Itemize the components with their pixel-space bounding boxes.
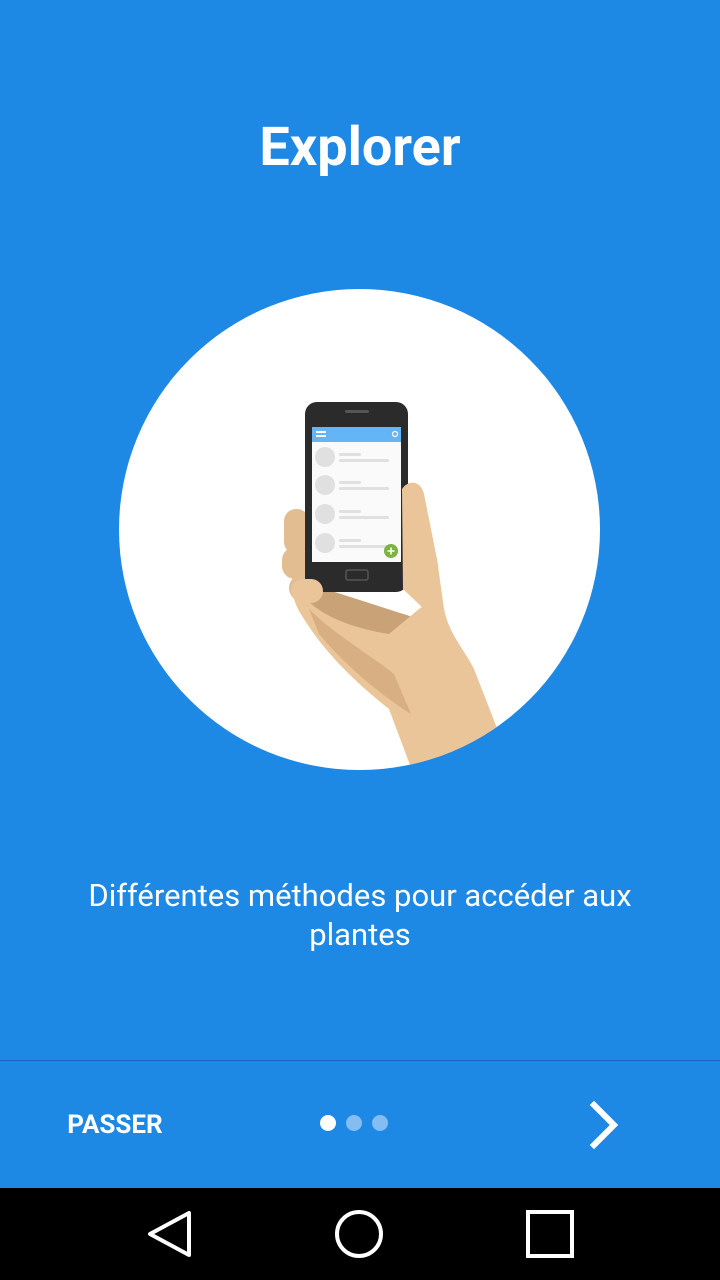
recents-square-icon — [526, 1210, 574, 1258]
home-button[interactable] — [329, 1204, 389, 1264]
hand-holding-phone-icon — [119, 289, 600, 770]
recents-button[interactable] — [520, 1204, 580, 1264]
footer-divider — [0, 1060, 720, 1061]
page-dot-3 — [372, 1115, 388, 1131]
onboarding-description: Différentes méthodes pour accéder aux pl… — [88, 877, 632, 953]
onboarding-screen: Explorer Différentes méthodes pour accéd… — [0, 0, 720, 1280]
page-title: Explorer — [259, 116, 461, 179]
next-button[interactable] — [570, 1095, 640, 1155]
back-button[interactable] — [140, 1204, 200, 1264]
system-navigation-bar — [0, 1188, 720, 1280]
page-dot-2 — [346, 1115, 362, 1131]
home-circle-icon — [335, 1210, 383, 1258]
page-indicator — [320, 1115, 388, 1131]
chevron-right-icon — [589, 1100, 619, 1150]
page-dot-1 — [320, 1115, 336, 1131]
skip-button[interactable]: PASSER — [40, 1100, 190, 1150]
back-triangle-icon — [148, 1211, 191, 1257]
